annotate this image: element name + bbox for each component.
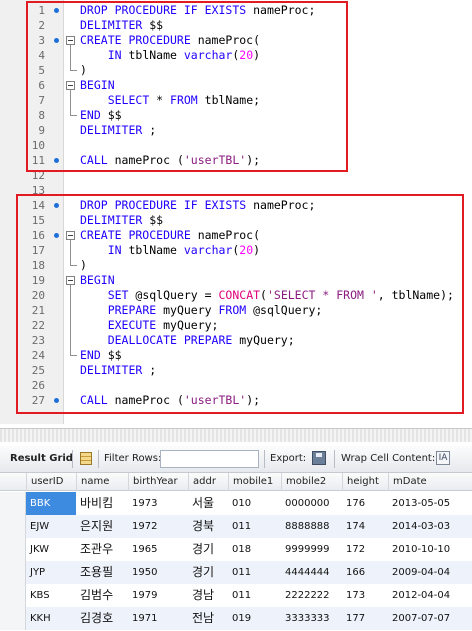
cell-userID[interactable]: KBS [26, 584, 76, 607]
wrap-cell-content-label: Wrap Cell Content: [341, 453, 436, 464]
row-header[interactable] [0, 538, 26, 561]
cell-birthYear[interactable]: 1971 [128, 607, 188, 630]
cell-height[interactable]: 173 [342, 584, 388, 607]
result-grid[interactable]: userID name birthYear addr mobile1 mobile2 hei… [0, 473, 472, 631]
cell-userID[interactable]: JKW [26, 538, 76, 561]
cell-height[interactable]: 176 [342, 492, 388, 515]
table-row[interactable]: KKH 김경호 1971 전남 019 3333333 177 2007-07-07 [0, 607, 472, 630]
toolbar-separator [264, 450, 265, 468]
filter-rows-label: Filter Rows: [104, 453, 162, 464]
cell-mDate[interactable]: 2010-10-10 [388, 538, 472, 561]
cell-birthYear[interactable]: 1973 [128, 492, 188, 515]
column-header-mobile1[interactable]: mobile1 [228, 473, 281, 491]
cell-mobile2[interactable]: 2222222 [281, 584, 342, 607]
highlight-box-1 [26, 1, 348, 172]
cell-mobile1[interactable]: 011 [228, 584, 281, 607]
cell-addr[interactable]: 서울 [188, 492, 228, 515]
table-row[interactable]: JKW 조관우 1965 경기 018 9999999 172 2010-10-10 [0, 538, 472, 561]
column-header-mDate[interactable]: mDate [388, 473, 472, 491]
export-label: Export: [270, 453, 307, 464]
cell-mobile1[interactable]: 011 [228, 515, 281, 538]
table-row[interactable]: BBK 바비킴 1973 서울 010 0000000 176 2013-05-05 [0, 492, 472, 515]
column-header-addr[interactable]: addr [188, 473, 228, 491]
cell-name[interactable]: 김경호 [76, 607, 128, 630]
wrap-cell-content-icon[interactable]: IA [436, 451, 450, 465]
cell-addr[interactable]: 경기 [188, 538, 228, 561]
toolbar-separator [98, 450, 99, 468]
cell-addr[interactable]: 전남 [188, 607, 228, 630]
cell-name[interactable]: 김범수 [76, 584, 128, 607]
cell-name[interactable]: 바비킴 [76, 492, 128, 515]
cell-addr[interactable]: 경남 [188, 584, 228, 607]
row-header[interactable] [0, 515, 26, 538]
export-save-icon[interactable] [312, 451, 326, 465]
cell-birthYear[interactable]: 1950 [128, 561, 188, 584]
column-header-name[interactable]: name [76, 473, 128, 491]
result-toolbar: Result Grid Filter Rows: Export: Wrap Ce… [0, 445, 472, 473]
cell-name[interactable]: 조용필 [76, 561, 128, 584]
cell-mobile2[interactable]: 0000000 [281, 492, 342, 515]
cell-name[interactable]: 은지원 [76, 515, 128, 538]
cell-mDate[interactable]: 2012-04-04 [388, 584, 472, 607]
cell-height[interactable]: 166 [342, 561, 388, 584]
table-row[interactable]: EJW 은지원 1972 경북 011 8888888 174 2014-03-03 [0, 515, 472, 538]
cell-birthYear[interactable]: 1965 [128, 538, 188, 561]
cell-name[interactable]: 조관우 [76, 538, 128, 561]
highlight-box-2 [16, 194, 464, 414]
cell-mDate[interactable]: 2009-04-04 [388, 561, 472, 584]
column-header-userID[interactable]: userID [26, 473, 76, 491]
row-header-corner [0, 473, 26, 491]
row-header[interactable] [0, 584, 26, 607]
toolbar-separator [72, 450, 73, 468]
column-header-mobile2[interactable]: mobile2 [281, 473, 342, 491]
cell-height[interactable]: 174 [342, 515, 388, 538]
column-header-height[interactable]: height [342, 473, 388, 491]
cell-mobile2[interactable]: 8888888 [281, 515, 342, 538]
cell-userID[interactable]: JYP [26, 561, 76, 584]
toolbar-separator [334, 450, 335, 468]
cell-mobile1[interactable]: 010 [228, 492, 281, 515]
cell-userID[interactable]: BBK [26, 492, 76, 515]
cell-height[interactable]: 177 [342, 607, 388, 630]
cell-addr[interactable]: 경북 [188, 515, 228, 538]
cell-height[interactable]: 172 [342, 538, 388, 561]
column-header-birthYear[interactable]: birthYear [128, 473, 188, 491]
cell-mobile1[interactable]: 018 [228, 538, 281, 561]
table-row[interactable]: JYP 조용필 1950 경기 011 4444444 166 2009-04-04 [0, 561, 472, 584]
row-header[interactable] [0, 607, 26, 630]
cell-birthYear[interactable]: 1972 [128, 515, 188, 538]
cell-mobile2[interactable]: 3333333 [281, 607, 342, 630]
table-row[interactable]: KBS 김범수 1979 경남 011 2222222 173 2012-04-04 [0, 584, 472, 607]
filter-rows-input[interactable] [160, 450, 259, 468]
cell-mobile2[interactable]: 9999999 [281, 538, 342, 561]
cell-userID[interactable]: EJW [26, 515, 76, 538]
cell-addr[interactable]: 경기 [188, 561, 228, 584]
cell-userID[interactable]: KKH [26, 607, 76, 630]
cell-mDate[interactable]: 2013-05-05 [388, 492, 472, 515]
sql-editor[interactable]: 1 DROP PROCEDURE IF EXISTS nameProc; 2 DELI… [0, 0, 472, 424]
row-header[interactable] [0, 561, 26, 584]
row-header[interactable] [0, 492, 26, 515]
cell-mobile1[interactable]: 019 [228, 607, 281, 630]
cell-mDate[interactable]: 2007-07-07 [388, 607, 472, 630]
grid-header: userID name birthYear addr mobile1 mobile2 hei… [0, 473, 472, 491]
result-grid-tab[interactable]: Result Grid [10, 453, 73, 464]
cell-mobile1[interactable]: 011 [228, 561, 281, 584]
cell-mobile2[interactable]: 4444444 [281, 561, 342, 584]
grid-icon[interactable] [80, 452, 92, 465]
cell-mDate[interactable]: 2014-03-03 [388, 515, 472, 538]
pane-splitter[interactable] [0, 428, 472, 442]
cell-birthYear[interactable]: 1979 [128, 584, 188, 607]
